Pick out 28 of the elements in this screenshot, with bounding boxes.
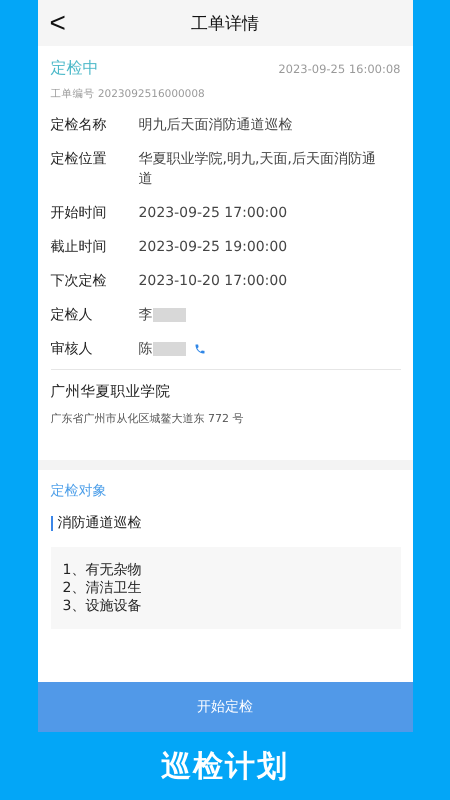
caption: 巡检计划 [161,748,289,786]
site-address: 广东省广州市从化区城鳌大道东 772 号 [50,411,244,426]
inspection-item: 消防通道巡检 [50,516,400,531]
order-number: 工单编号 2023092516000008 [50,87,206,101]
checklist-line: 1、有无杂物 [62,561,142,579]
field-value: 李 [138,306,152,325]
field-value: 华夏职业学院,明九,天面,后天面消防通道 [138,150,377,189]
order-status: 定检中 [50,58,98,79]
checklist-line: 3、设施设备 [62,597,142,615]
section-title: 定检对象 [50,482,108,500]
field-value: 2023-09-25 19:00:00 [138,238,288,257]
checklist-line: 2、清洁卫生 [62,579,142,597]
field-value: 2023-10-20 17:00:00 [138,272,288,291]
field-label: 定检名称 [50,116,108,135]
created-time: 2023-09-25 16:00:08 [278,62,400,76]
field-label: 定检人 [50,306,94,325]
field-value: 陈 [138,340,152,359]
field-label: 开始时间 [50,204,108,223]
back-button[interactable]: < [46,8,70,38]
field-label: 下次定检 [50,272,108,291]
field-label: 截止时间 [50,238,108,257]
field-value: 明九后天面消防通道巡检 [138,116,292,135]
field-label: 定检位置 [50,150,108,169]
field-value: 2023-09-25 17:00:00 [138,204,288,223]
site-name: 广州华夏职业学院 [50,383,172,401]
field-label: 审核人 [50,340,94,359]
page-title: 工单详情 [191,12,259,34]
phone-icon[interactable] [194,343,206,355]
